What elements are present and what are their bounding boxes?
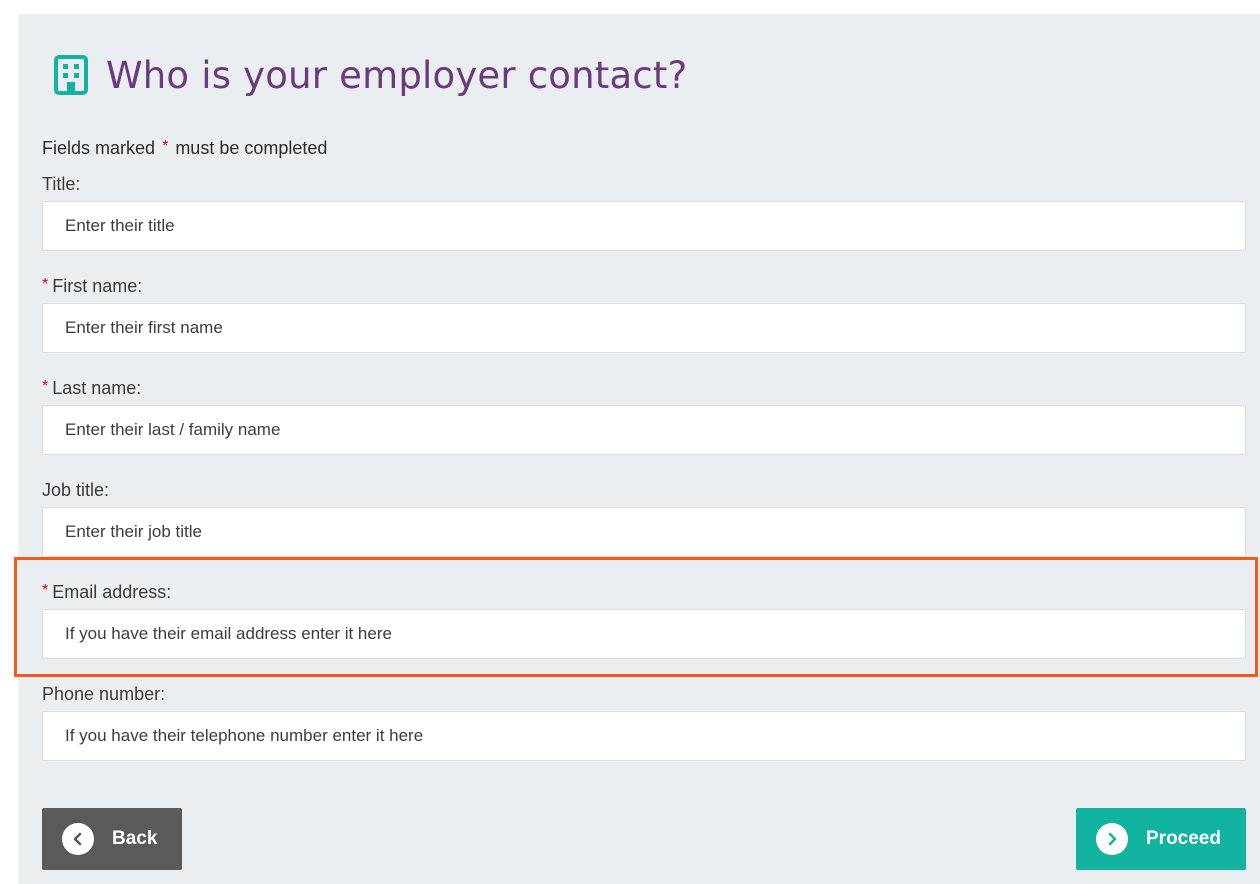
required-star: * bbox=[42, 276, 49, 293]
first-name-input[interactable] bbox=[42, 303, 1246, 353]
last-name-input[interactable] bbox=[42, 405, 1246, 455]
title-label-text: Title: bbox=[42, 174, 81, 194]
back-button[interactable]: Back bbox=[42, 808, 182, 870]
email-address-input[interactable] bbox=[42, 609, 1246, 659]
title-input[interactable] bbox=[42, 201, 1246, 251]
phone-number-label: Phone number: bbox=[42, 684, 165, 705]
required-star: * bbox=[42, 582, 49, 599]
proceed-button-label: Proceed bbox=[1146, 828, 1221, 849]
title-label: Title: bbox=[42, 174, 80, 195]
first-name-label-text: First name: bbox=[52, 276, 143, 296]
back-button-label: Back bbox=[112, 828, 158, 849]
page-heading: Who is your employer contact? bbox=[54, 50, 687, 100]
required-note-prefix: Fields marked bbox=[42, 138, 156, 158]
first-name-label: * First name: bbox=[42, 276, 142, 297]
phone-number-input[interactable] bbox=[42, 711, 1246, 761]
required-fields-note: Fields marked * must be completed bbox=[42, 138, 327, 159]
last-name-label: * Last name: bbox=[42, 378, 141, 399]
required-note-suffix: must be completed bbox=[175, 138, 328, 158]
job-title-label-text: Job title: bbox=[42, 480, 110, 500]
job-title-label: Job title: bbox=[42, 480, 109, 501]
required-star: * bbox=[162, 138, 169, 155]
employer-contact-form-page: Who is your employer contact? Fields mar… bbox=[14, 14, 1260, 884]
building-icon bbox=[54, 55, 88, 95]
last-name-label-text: Last name: bbox=[52, 378, 142, 398]
required-star: * bbox=[42, 378, 49, 395]
proceed-button[interactable]: Proceed bbox=[1076, 808, 1246, 870]
phone-number-label-text: Phone number: bbox=[42, 684, 166, 704]
job-title-input[interactable] bbox=[42, 507, 1246, 557]
chevron-left-icon bbox=[62, 823, 94, 855]
email-address-label-text: Email address: bbox=[52, 582, 172, 602]
email-address-label: * Email address: bbox=[42, 582, 171, 603]
chevron-right-icon bbox=[1096, 823, 1128, 855]
page-title: Who is your employer contact? bbox=[106, 53, 688, 97]
